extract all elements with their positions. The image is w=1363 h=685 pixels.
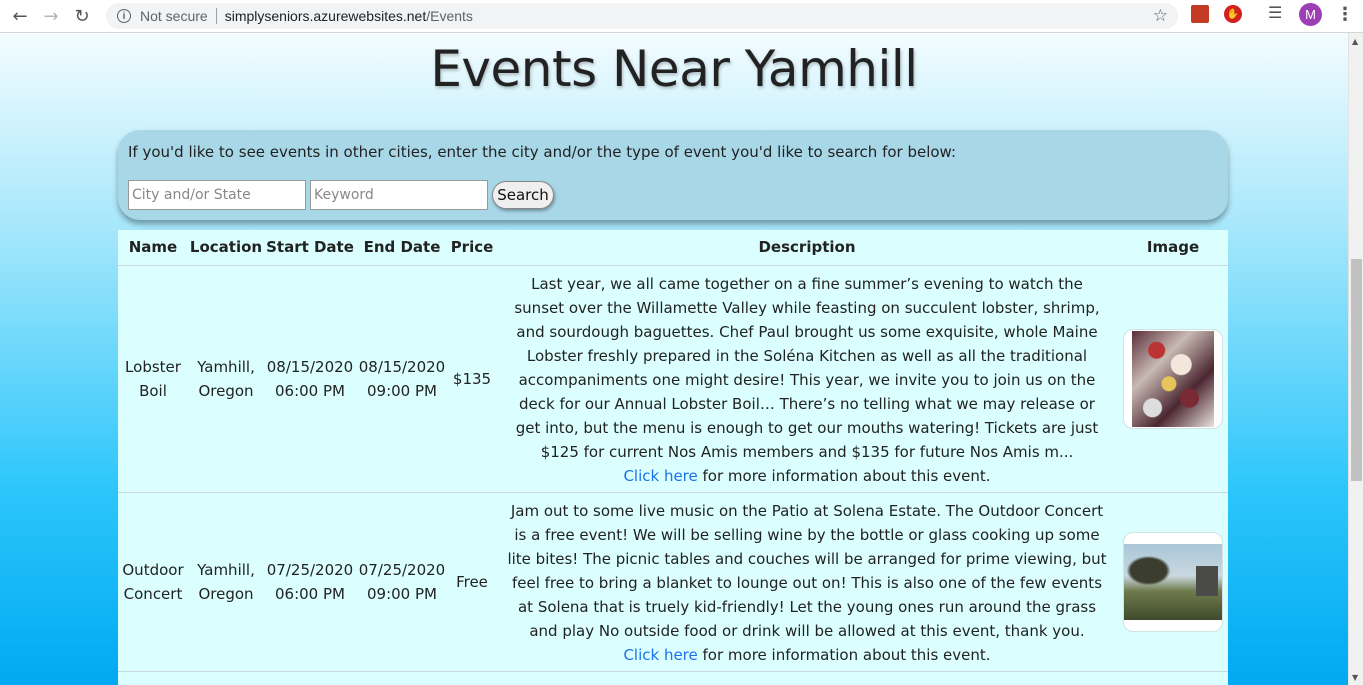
divider	[215, 8, 217, 24]
browser-toolbar: ← → ↻ i Not secure simplyseniors.azurewe…	[0, 0, 1363, 33]
more-info-link[interactable]: Click here	[623, 646, 697, 664]
next-row-partial	[118, 671, 1228, 685]
reload-icon[interactable]: ↻	[71, 5, 93, 27]
event-location: Yamhill, Oregon	[188, 265, 264, 493]
event-description: Jam out to some live music on the Patio …	[496, 492, 1118, 672]
bookmark-star-icon[interactable]: ☆	[1153, 6, 1168, 26]
table-row: Outdoor Concert Yamhill, Oregon 07/25/20…	[118, 492, 1228, 672]
stop-extension-icon[interactable]: ✋	[1224, 5, 1242, 23]
keyword-input[interactable]	[310, 180, 488, 210]
search-button[interactable]: Search	[492, 181, 554, 209]
event-location: Yamhill, Oregon	[188, 492, 264, 672]
table-row: Lobster Boil Yamhill, Oregon 08/15/2020 0…	[118, 265, 1228, 493]
lobster-photo	[1132, 330, 1214, 427]
start-date: 07/25/2020	[266, 560, 354, 579]
more-menu-icon[interactable]: ⋮	[1336, 4, 1354, 25]
end-date: 08/15/2020	[358, 357, 446, 376]
avatar[interactable]: M	[1299, 3, 1322, 26]
event-image[interactable]	[1123, 328, 1223, 429]
end-time: 09:00 PM	[367, 381, 437, 400]
header-image: Image	[1118, 230, 1228, 266]
header-description: Description	[496, 230, 1118, 266]
header-location: Location	[188, 230, 264, 266]
start-time: 06:00 PM	[275, 381, 345, 400]
city-input[interactable]	[128, 180, 306, 210]
event-start: 08/15/2020 06:00 PM	[264, 265, 356, 493]
scroll-down-icon[interactable]: ▼	[1352, 673, 1358, 682]
more-info-suffix: for more information about this event.	[697, 466, 991, 485]
scroll-thumb[interactable]	[1351, 259, 1362, 481]
search-prompt: If you'd like to see events in other cit…	[128, 143, 957, 161]
start-date: 08/15/2020	[266, 357, 354, 376]
event-end: 07/25/2020 09:00 PM	[356, 492, 448, 672]
start-time: 06:00 PM	[275, 584, 345, 603]
url-path: /Events	[426, 8, 473, 24]
address-bar[interactable]: i Not secure simplyseniors.azurewebsites…	[106, 3, 1178, 29]
header-price: Price	[448, 230, 496, 266]
event-price: Free	[448, 492, 496, 672]
url-host: simplyseniors.azurewebsites.net	[224, 8, 427, 24]
header-name: Name	[118, 230, 188, 266]
end-date: 07/25/2020	[358, 560, 446, 579]
event-start: 07/25/2020 06:00 PM	[264, 492, 356, 672]
event-name: Outdoor Concert	[118, 492, 188, 672]
event-price: $135	[448, 265, 496, 493]
end-time: 09:00 PM	[367, 584, 437, 603]
search-panel: If you'd like to see events in other cit…	[118, 130, 1228, 220]
event-name: Lobster Boil	[118, 265, 188, 493]
description-text: Jam out to some live music on the Patio …	[507, 501, 1107, 640]
description-text: Last year, we all came together on a fin…	[514, 274, 1100, 461]
events-table: Name Location Start Date End Date Price …	[118, 230, 1228, 685]
concert-photo	[1124, 543, 1222, 620]
forward-arrow-icon[interactable]: →	[40, 5, 62, 27]
event-description: Last year, we all came together on a fin…	[496, 265, 1118, 493]
header-start-date: Start Date	[264, 230, 356, 266]
scroll-up-icon[interactable]: ▲	[1352, 37, 1358, 46]
table-row	[118, 671, 1228, 685]
security-label: Not secure	[140, 8, 208, 24]
event-image-cell	[1118, 492, 1228, 672]
event-image[interactable]	[1123, 531, 1223, 632]
page-content: Events Near Yamhill If you'd like to see…	[0, 33, 1348, 685]
info-icon[interactable]: i	[117, 9, 131, 23]
header-end-date: End Date	[356, 230, 448, 266]
event-image-cell	[1118, 265, 1228, 493]
media-queue-icon[interactable]: ☰	[1268, 3, 1286, 22]
event-end: 08/15/2020 09:00 PM	[356, 265, 448, 493]
table-header-row: Name Location Start Date End Date Price …	[118, 230, 1228, 266]
page-scrollbar[interactable]: ▲ ▼	[1348, 33, 1363, 685]
book-extension-icon[interactable]	[1191, 5, 1209, 23]
more-info-link[interactable]: Click here	[623, 467, 697, 485]
page-title: Events Near Yamhill	[430, 40, 918, 98]
back-arrow-icon[interactable]: ←	[9, 5, 31, 27]
more-info-suffix: for more information about this event.	[697, 645, 991, 664]
